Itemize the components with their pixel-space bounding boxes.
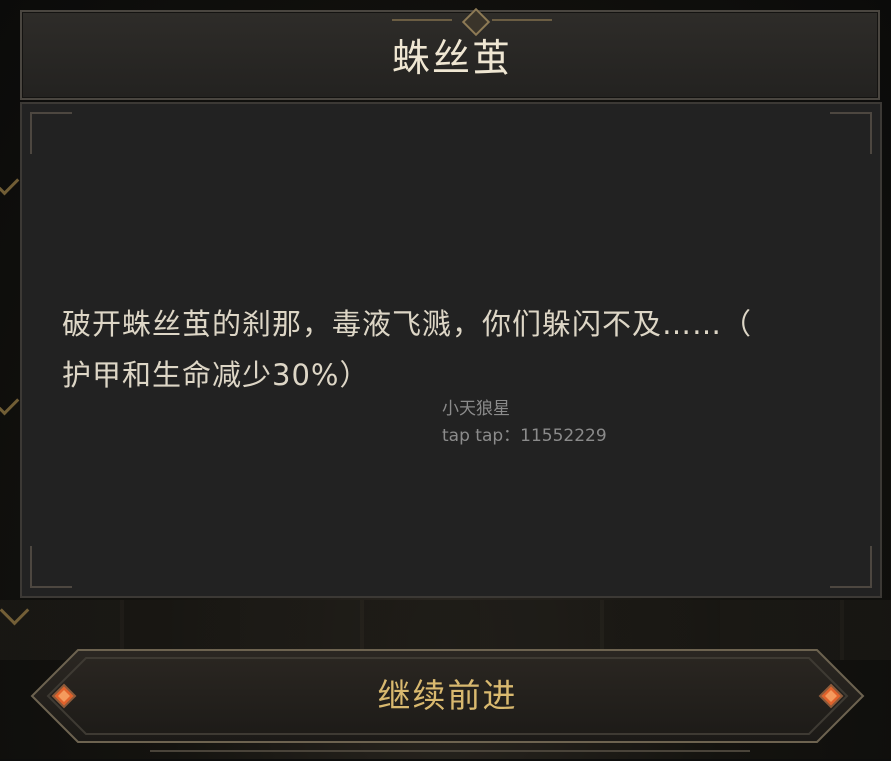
- dialog-title-bar: 蛛丝茧: [20, 7, 880, 100]
- event-description: 破开蛛丝茧的刹那，毒液飞溅，你们躲闪不及……（ 护甲和生命减少30%）: [62, 299, 852, 401]
- continue-button[interactable]: 继续前进: [30, 648, 865, 744]
- dialog-content-panel: 破开蛛丝茧的刹那，毒液飞溅，你们躲闪不及……（ 护甲和生命减少30%） 小天狼星…: [20, 102, 882, 598]
- corner-ornament-icon: [830, 112, 872, 154]
- corner-ornament-icon: [30, 546, 72, 588]
- continue-button-label: 继续前进: [377, 676, 518, 715]
- bottom-ornament-strip: [150, 750, 750, 761]
- dialog-title: 蛛丝茧: [391, 36, 512, 80]
- event-description-line: 护甲和生命减少30%）: [62, 358, 370, 392]
- watermark-author: 小天狼星: [442, 399, 510, 419]
- corner-ornament-icon: [30, 112, 72, 154]
- watermark-tap-id: tap tap：11552229: [442, 426, 607, 446]
- event-description-line: 破开蛛丝茧的刹那，毒液飞溅，你们躲闪不及……（: [62, 307, 753, 341]
- watermark: 小天狼星 tap tap：11552229: [442, 396, 607, 450]
- corner-ornament-icon: [830, 546, 872, 588]
